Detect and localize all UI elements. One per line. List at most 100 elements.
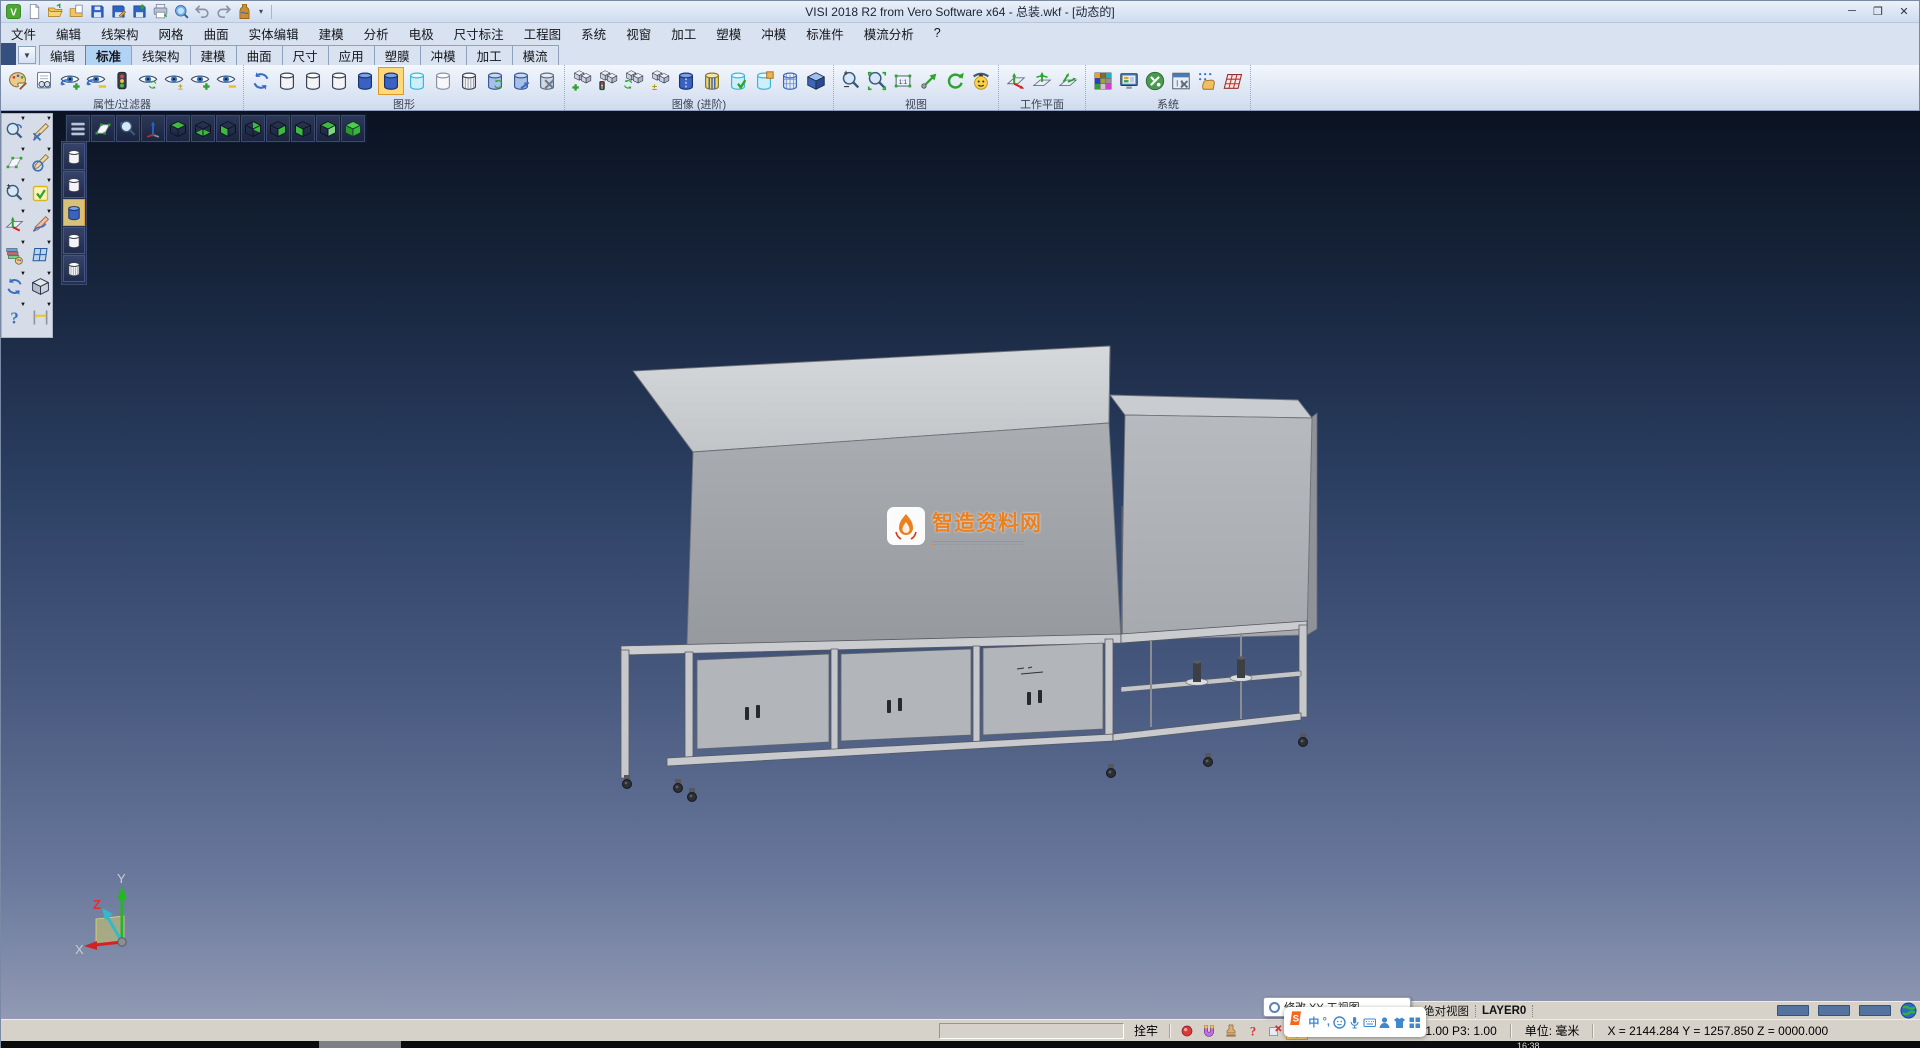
menu-item-8[interactable]: 分析 — [354, 22, 399, 45]
palette-brush-icon[interactable] — [5, 67, 31, 95]
shade-traffic-icon[interactable] — [595, 67, 621, 95]
tab-尺寸[interactable]: 尺寸 — [282, 45, 329, 65]
regen-side-button[interactable]: ▼ — [2, 271, 27, 302]
cyl-outline-icon[interactable] — [300, 67, 326, 95]
zoom-pan-icon[interactable] — [916, 67, 942, 95]
account-icon[interactable] — [1378, 1014, 1391, 1030]
system-settings-icon[interactable] — [1142, 67, 1168, 95]
cyl-blue-icon[interactable] — [352, 67, 378, 95]
color-table-icon[interactable] — [1090, 67, 1116, 95]
view-axis-button[interactable] — [141, 115, 165, 142]
view-zoom-button[interactable] — [116, 115, 140, 142]
workplane-rotate-icon[interactable] — [1029, 67, 1055, 95]
menu-item-15[interactable]: 塑模 — [706, 22, 751, 45]
menu-item-7[interactable]: 建模 — [309, 22, 354, 45]
cube-front-button[interactable] — [216, 115, 240, 142]
redo-icon[interactable] — [214, 2, 233, 21]
cyl-export-icon[interactable] — [751, 67, 777, 95]
taskbar[interactable]: 16:38 — [1, 1041, 1920, 1048]
workplane-axis-icon[interactable] — [1003, 67, 1029, 95]
taskbar-app-button[interactable] — [319, 1041, 401, 1048]
tab-建模[interactable]: 建模 — [190, 45, 237, 65]
tab-list-dropdown[interactable]: ▼ — [18, 46, 36, 64]
eye-plus-minus-icon[interactable]: ± — [161, 67, 187, 95]
cube-bottom-button[interactable] — [191, 115, 215, 142]
close-button[interactable]: ✕ — [1891, 1, 1917, 21]
edit-curve-button[interactable]: ▼ — [28, 209, 53, 240]
no-entity-icon[interactable] — [1264, 1022, 1286, 1040]
undo-icon[interactable] — [193, 2, 212, 21]
keyboard-icon[interactable] — [1363, 1014, 1376, 1030]
menu-item-12[interactable]: 系统 — [571, 22, 616, 45]
edit-delete-button[interactable]: ▼ — [28, 116, 53, 147]
cube-shaded-button[interactable] — [341, 115, 365, 142]
tab-应用[interactable]: 应用 — [328, 45, 375, 65]
punctuation-icon[interactable]: °, — [1321, 1014, 1331, 1030]
qat-customize-dropdown-icon[interactable]: ▾ — [256, 7, 266, 16]
cube-back-button[interactable] — [241, 115, 265, 142]
menu-item-11[interactable]: 工程图 — [514, 22, 572, 45]
cyl-outline-display-button[interactable] — [63, 143, 85, 170]
zoom-window-side-button[interactable]: ▼ — [2, 147, 27, 178]
minimize-button[interactable]: ─ — [1839, 1, 1865, 21]
cube-left-button[interactable] — [291, 115, 315, 142]
print-icon[interactable] — [151, 2, 170, 21]
cyl-outline-icon[interactable] — [326, 67, 352, 95]
menu-item-18[interactable]: 模流分析 — [854, 22, 924, 45]
workplane-align-icon[interactable] — [1055, 67, 1081, 95]
screen-settings-icon[interactable] — [1116, 67, 1142, 95]
eye-refresh-icon[interactable] — [135, 67, 161, 95]
absolute-view-button[interactable]: 绝对视图 — [1423, 1003, 1469, 1019]
eye-minus-icon[interactable] — [213, 67, 239, 95]
shade-cube-button[interactable]: ▼ — [28, 271, 53, 302]
toolbar-config-icon[interactable] — [1168, 67, 1194, 95]
eye-show-remove-icon[interactable] — [83, 67, 109, 95]
shade-refresh-icon[interactable] — [621, 67, 647, 95]
zoom-fit-icon[interactable]: 1:1 — [890, 67, 916, 95]
cyl-outline-display-button[interactable] — [63, 171, 85, 198]
machine-model-canvas[interactable]: X Y Z — [1, 111, 1920, 1041]
menu-item-13[interactable]: 视窗 — [616, 22, 661, 45]
record-icon[interactable] — [1176, 1022, 1198, 1040]
cube-iso-button[interactable] — [316, 115, 340, 142]
menu-item-16[interactable]: 冲模 — [751, 22, 796, 45]
cyl-tools-icon[interactable] — [534, 67, 560, 95]
emoji-icon[interactable] — [1333, 1014, 1346, 1030]
cyl-check-icon[interactable] — [725, 67, 751, 95]
save-as-icon[interactable] — [109, 2, 128, 21]
tab-线架构[interactable]: 线架构 — [131, 45, 191, 65]
cyl-hatch-icon[interactable] — [456, 67, 482, 95]
view-plane-button[interactable] — [91, 115, 115, 142]
confirm-check-button[interactable]: ▼ — [28, 178, 53, 209]
attributes-side-button[interactable]: ▼ — [2, 240, 27, 271]
new-file-icon[interactable] — [25, 2, 44, 21]
mic-icon[interactable] — [1348, 1014, 1361, 1030]
zh-mode-icon[interactable]: 中 — [1308, 1014, 1319, 1030]
menu-item-3[interactable]: 线架构 — [91, 22, 149, 45]
cube-right-button[interactable] — [266, 115, 290, 142]
edit-circle-button[interactable]: ▼ — [28, 147, 53, 178]
cyl-outline-display-button[interactable] — [63, 227, 85, 254]
tab-冲模[interactable]: 冲模 — [420, 45, 467, 65]
import-file-icon[interactable] — [67, 2, 86, 21]
cube-render-icon[interactable] — [803, 67, 829, 95]
page-glasses-icon[interactable] — [31, 67, 57, 95]
rotate-view-icon[interactable] — [942, 67, 968, 95]
tab-曲面[interactable]: 曲面 — [236, 45, 283, 65]
save-all-icon[interactable] — [130, 2, 149, 21]
cyl-striped-icon[interactable] — [699, 67, 725, 95]
globe-icon[interactable] — [1900, 1002, 1917, 1019]
view-eye-icon[interactable] — [968, 67, 994, 95]
menu-item-2[interactable]: 编辑 — [46, 22, 91, 45]
cyl-blue-display-button[interactable] — [63, 199, 85, 226]
toolbar-menu-button[interactable] — [66, 115, 90, 142]
machine-model[interactable] — [621, 346, 1317, 802]
viewport-3d[interactable]: X Y Z 智造资料网 ▼▼▼▼±▼▼▼▼▼▼▼▼?▼▼ — [1, 111, 1920, 1041]
cyl-white-icon[interactable] — [430, 67, 456, 95]
open-file-icon[interactable] — [46, 2, 65, 21]
traffic-light-icon[interactable] — [109, 67, 135, 95]
menu-item-9[interactable]: 电极 — [399, 22, 444, 45]
cyl-sync-icon[interactable] — [482, 67, 508, 95]
menu-item-10[interactable]: 尺寸标注 — [444, 22, 514, 45]
cyl-hatch-display-button[interactable] — [63, 255, 85, 282]
